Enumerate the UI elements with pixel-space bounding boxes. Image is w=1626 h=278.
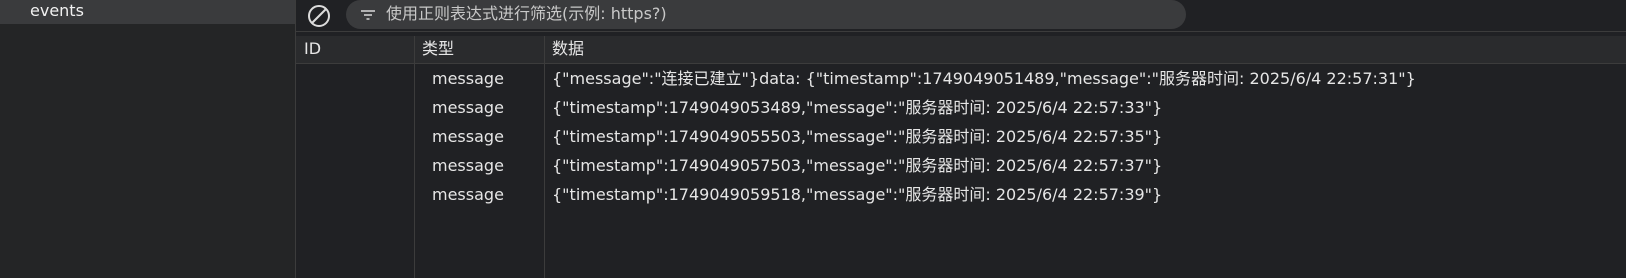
devtools-eventstream-panel: events 使用正则表达式进行筛选(示例: https?) ID 类型 数据 … bbox=[0, 0, 1626, 278]
table-row[interactable]: message {"timestamp":1749049059518,"mess… bbox=[296, 180, 1626, 209]
events-table: ID 类型 数据 message {"message":"连接已建立"}data… bbox=[296, 36, 1626, 278]
toolbar: 使用正则表达式进行筛选(示例: https?) bbox=[296, 0, 1626, 32]
table-row[interactable]: message {"timestamp":1749049057503,"mess… bbox=[296, 151, 1626, 180]
sidebar-item-events[interactable]: events bbox=[0, 0, 295, 24]
cell-type: message bbox=[432, 98, 504, 117]
cell-data: {"timestamp":1749049053489,"message":"服务… bbox=[552, 98, 1163, 117]
filter-icon bbox=[361, 10, 375, 20]
cell-data: {"timestamp":1749049057503,"message":"服务… bbox=[552, 156, 1163, 175]
table-row[interactable]: message {"timestamp":1749049055503,"mess… bbox=[296, 122, 1626, 151]
column-header-type[interactable]: 类型 bbox=[422, 36, 454, 62]
filter-input[interactable]: 使用正则表达式进行筛选(示例: https?) bbox=[346, 0, 1186, 29]
cell-type: message bbox=[432, 127, 504, 146]
table-header: ID 类型 数据 bbox=[296, 36, 1626, 64]
table-row[interactable]: message {"message":"连接已建立"}data: {"times… bbox=[296, 64, 1626, 93]
column-header-data[interactable]: 数据 bbox=[552, 36, 584, 62]
cell-data: {"message":"连接已建立"}data: {"timestamp":17… bbox=[552, 69, 1416, 88]
clear-button[interactable] bbox=[306, 3, 332, 29]
sidebar: events bbox=[0, 0, 296, 278]
column-header-id[interactable]: ID bbox=[304, 36, 321, 62]
cell-data: {"timestamp":1749049059518,"message":"服务… bbox=[552, 185, 1163, 204]
main-panel: 使用正则表达式进行筛选(示例: https?) ID 类型 数据 message… bbox=[296, 0, 1626, 278]
table-row[interactable]: message {"timestamp":1749049053489,"mess… bbox=[296, 93, 1626, 122]
cell-type: message bbox=[432, 185, 504, 204]
cell-type: message bbox=[432, 156, 504, 175]
sidebar-item-label: events bbox=[30, 1, 84, 20]
filter-placeholder: 使用正则表达式进行筛选(示例: https?) bbox=[386, 4, 667, 23]
cell-type: message bbox=[432, 69, 504, 88]
cell-data: {"timestamp":1749049055503,"message":"服务… bbox=[552, 127, 1163, 146]
table-body: message {"message":"连接已建立"}data: {"times… bbox=[296, 64, 1626, 209]
no-entry-icon bbox=[308, 5, 330, 27]
